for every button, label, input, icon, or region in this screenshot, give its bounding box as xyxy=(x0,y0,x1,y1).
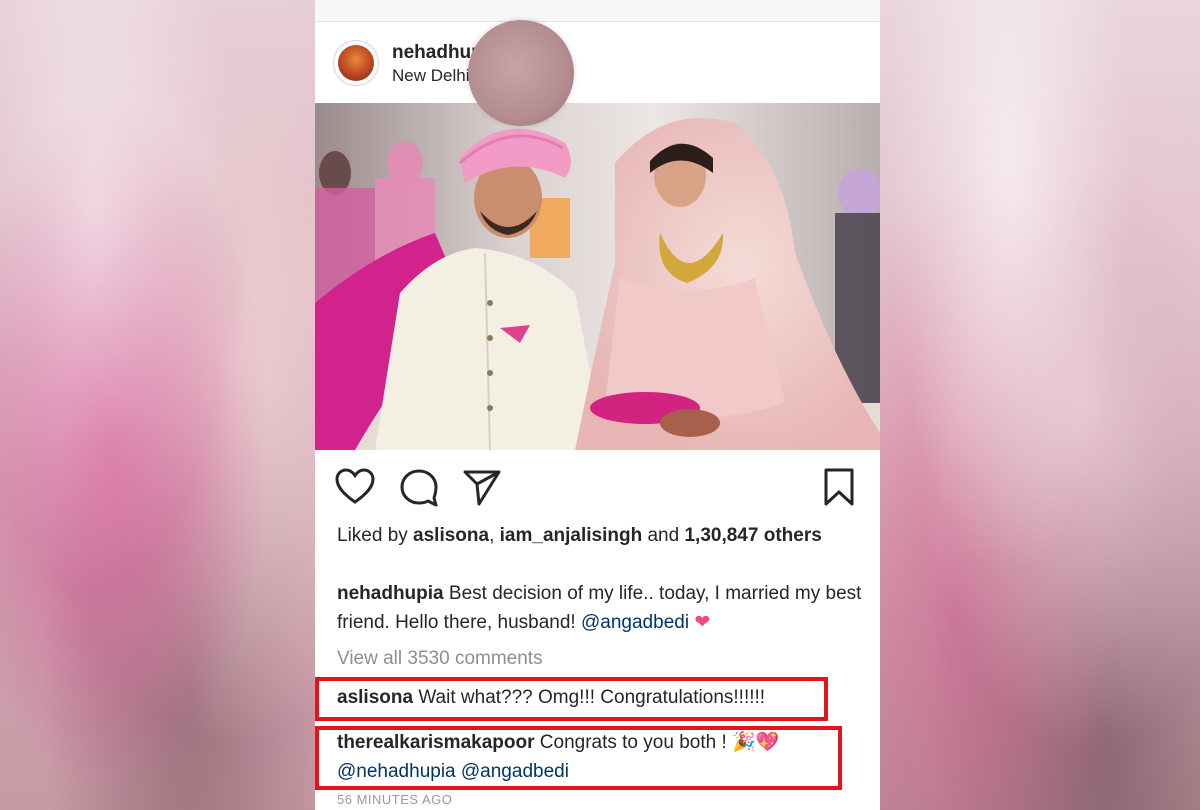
heart-icon[interactable] xyxy=(334,466,376,508)
share-icon[interactable] xyxy=(461,466,503,508)
post-timestamp: 56 MINUTES AGO xyxy=(337,792,453,807)
liker-username[interactable]: aslisona xyxy=(413,525,489,546)
post-actions xyxy=(315,462,880,510)
blurred-background-left xyxy=(0,0,315,810)
blurred-background-right xyxy=(880,0,1200,810)
caption-username[interactable]: nehadhupia xyxy=(337,583,444,604)
comment-icon[interactable] xyxy=(398,466,440,508)
highlight-box xyxy=(315,726,842,790)
bookmark-icon[interactable] xyxy=(818,466,860,508)
heart-emoji: ❤ xyxy=(694,612,711,633)
avatar[interactable] xyxy=(333,40,379,86)
post-location[interactable]: New Delhi xyxy=(392,66,469,86)
post-caption: nehadhupia Best decision of my life.. to… xyxy=(337,579,862,637)
liker-username[interactable]: iam_anjalisingh xyxy=(500,525,643,546)
post-photo[interactable] xyxy=(315,103,880,450)
post-header: nehadhupia New Delhi xyxy=(315,30,880,100)
caption-mention[interactable]: @angadbedi xyxy=(581,612,689,633)
top-bar xyxy=(315,0,880,22)
redaction-circle xyxy=(468,20,574,126)
view-all-comments-link[interactable]: View all 3530 comments xyxy=(337,648,543,670)
likes-summary[interactable]: Liked by aslisona, iam_anjalisingh and 1… xyxy=(337,522,857,549)
highlight-box xyxy=(315,677,828,721)
likes-count[interactable]: 1,30,847 others xyxy=(684,525,821,546)
instagram-post-screen: nehadhupia New Delhi Liked by aslisona, … xyxy=(315,0,880,810)
